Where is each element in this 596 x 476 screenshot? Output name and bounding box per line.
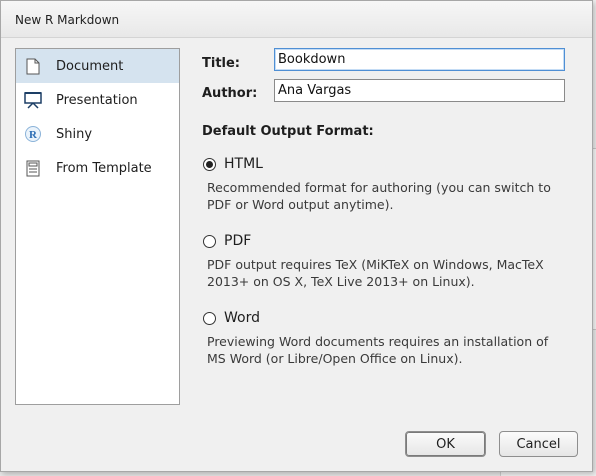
- title-input[interactable]: [274, 48, 565, 71]
- pdf-description: PDF output requires TeX (MiKTeX on Windo…: [207, 257, 544, 289]
- output-format-heading: Default Output Format:: [202, 124, 374, 139]
- presentation-icon: [24, 91, 42, 109]
- sidebar-item-label: Document: [56, 58, 124, 74]
- format-category-list: Document Presentation R Shiny From Templ…: [15, 48, 180, 405]
- html-radio-option[interactable]: HTML: [203, 156, 263, 172]
- cancel-button[interactable]: Cancel: [499, 431, 578, 457]
- template-icon: [24, 159, 42, 177]
- svg-text:R: R: [29, 129, 38, 141]
- title-label: Title:: [202, 56, 241, 71]
- word-radio-button[interactable]: [203, 311, 216, 325]
- dialog-title: New R Markdown: [15, 13, 120, 27]
- word-description: Previewing Word documents requires an in…: [207, 334, 549, 366]
- pdf-radio-label[interactable]: PDF: [224, 233, 251, 249]
- sidebar-item-presentation[interactable]: Presentation: [16, 83, 179, 117]
- dialog-titlebar[interactable]: New R Markdown: [1, 1, 592, 38]
- pdf-radio-option[interactable]: PDF: [203, 233, 251, 249]
- sidebar-item-from-template[interactable]: From Template: [16, 151, 179, 185]
- author-label: Author:: [202, 86, 258, 101]
- sidebar-item-label: From Template: [56, 160, 152, 176]
- pdf-radio-button[interactable]: [203, 234, 216, 248]
- shiny-r-icon: R: [24, 125, 42, 143]
- sidebar-item-shiny[interactable]: R Shiny: [16, 117, 179, 151]
- sidebar-item-label: Shiny: [56, 126, 93, 142]
- html-radio-label[interactable]: HTML: [224, 156, 263, 172]
- html-description: Recommended format for authoring (you ca…: [207, 180, 551, 212]
- new-r-markdown-dialog: New R Markdown Document Presentation R S…: [0, 0, 593, 472]
- ok-button[interactable]: OK: [405, 431, 486, 457]
- sidebar-item-document[interactable]: Document: [16, 49, 179, 83]
- author-input[interactable]: [274, 79, 565, 102]
- word-radio-label[interactable]: Word: [224, 310, 260, 326]
- html-radio-button[interactable]: [203, 157, 216, 171]
- document-icon: [24, 57, 42, 75]
- word-radio-option[interactable]: Word: [203, 310, 260, 326]
- sidebar-item-label: Presentation: [56, 92, 138, 108]
